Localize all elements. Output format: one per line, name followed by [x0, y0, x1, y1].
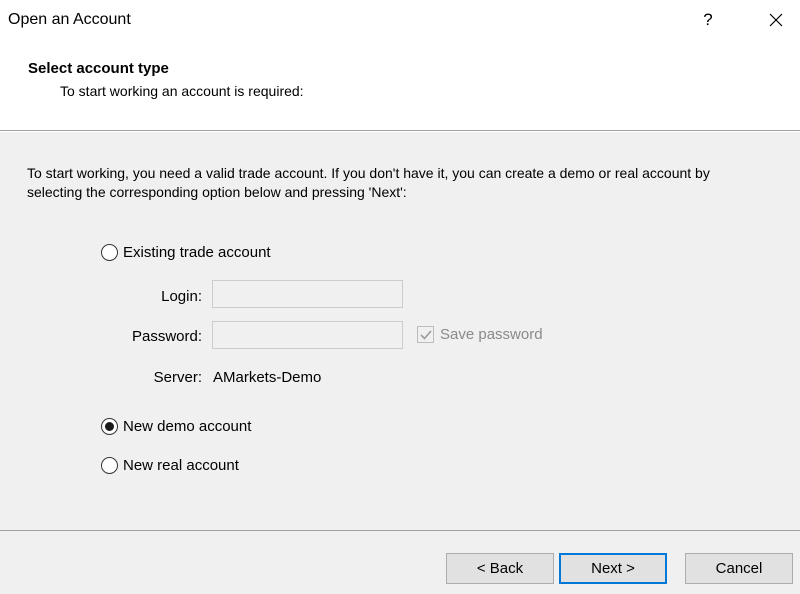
- close-button[interactable]: [756, 4, 796, 36]
- description-text: To start working, you need a valid trade…: [27, 165, 710, 200]
- page-subtitle: To start working an account is required:: [60, 83, 304, 99]
- radio-existing-label: Existing trade account: [123, 243, 271, 261]
- password-label: Password:: [131, 328, 202, 345]
- save-password-label: Save password: [440, 326, 543, 343]
- page-title: Select account type: [28, 60, 169, 77]
- server-label: Server:: [153, 369, 202, 386]
- close-icon: [769, 13, 783, 27]
- save-password-checkbox[interactable]: Save password: [417, 326, 543, 343]
- title-bar: Open an Account ?: [0, 0, 800, 42]
- radio-demo-indicator[interactable]: [101, 417, 118, 435]
- wizard-footer: < Back Next > Cancel: [0, 530, 800, 594]
- wizard-header: Select account type To start working an …: [0, 42, 800, 131]
- password-input[interactable]: [212, 321, 403, 349]
- radio-real-account[interactable]: New real account: [101, 454, 239, 476]
- login-input[interactable]: [212, 280, 403, 308]
- radio-existing-account[interactable]: Existing trade account: [101, 241, 271, 263]
- radio-demo-account[interactable]: New demo account: [101, 415, 251, 437]
- radio-real-label: New real account: [123, 456, 239, 474]
- next-button[interactable]: Next >: [559, 553, 667, 584]
- cancel-button[interactable]: Cancel: [685, 553, 793, 584]
- window-title: Open an Account: [8, 11, 131, 28]
- help-button[interactable]: ?: [690, 4, 726, 36]
- checkmark-icon: [420, 330, 432, 340]
- server-value: AMarkets-Demo: [213, 369, 322, 386]
- wizard-content: To start working, you need a valid trade…: [0, 132, 800, 530]
- radio-demo-label: New demo account: [123, 417, 252, 435]
- save-password-check-indicator[interactable]: [417, 326, 434, 343]
- radio-existing-indicator[interactable]: [101, 243, 118, 261]
- back-button[interactable]: < Back: [446, 553, 554, 584]
- radio-real-indicator[interactable]: [101, 456, 118, 474]
- login-label: Login:: [161, 288, 202, 305]
